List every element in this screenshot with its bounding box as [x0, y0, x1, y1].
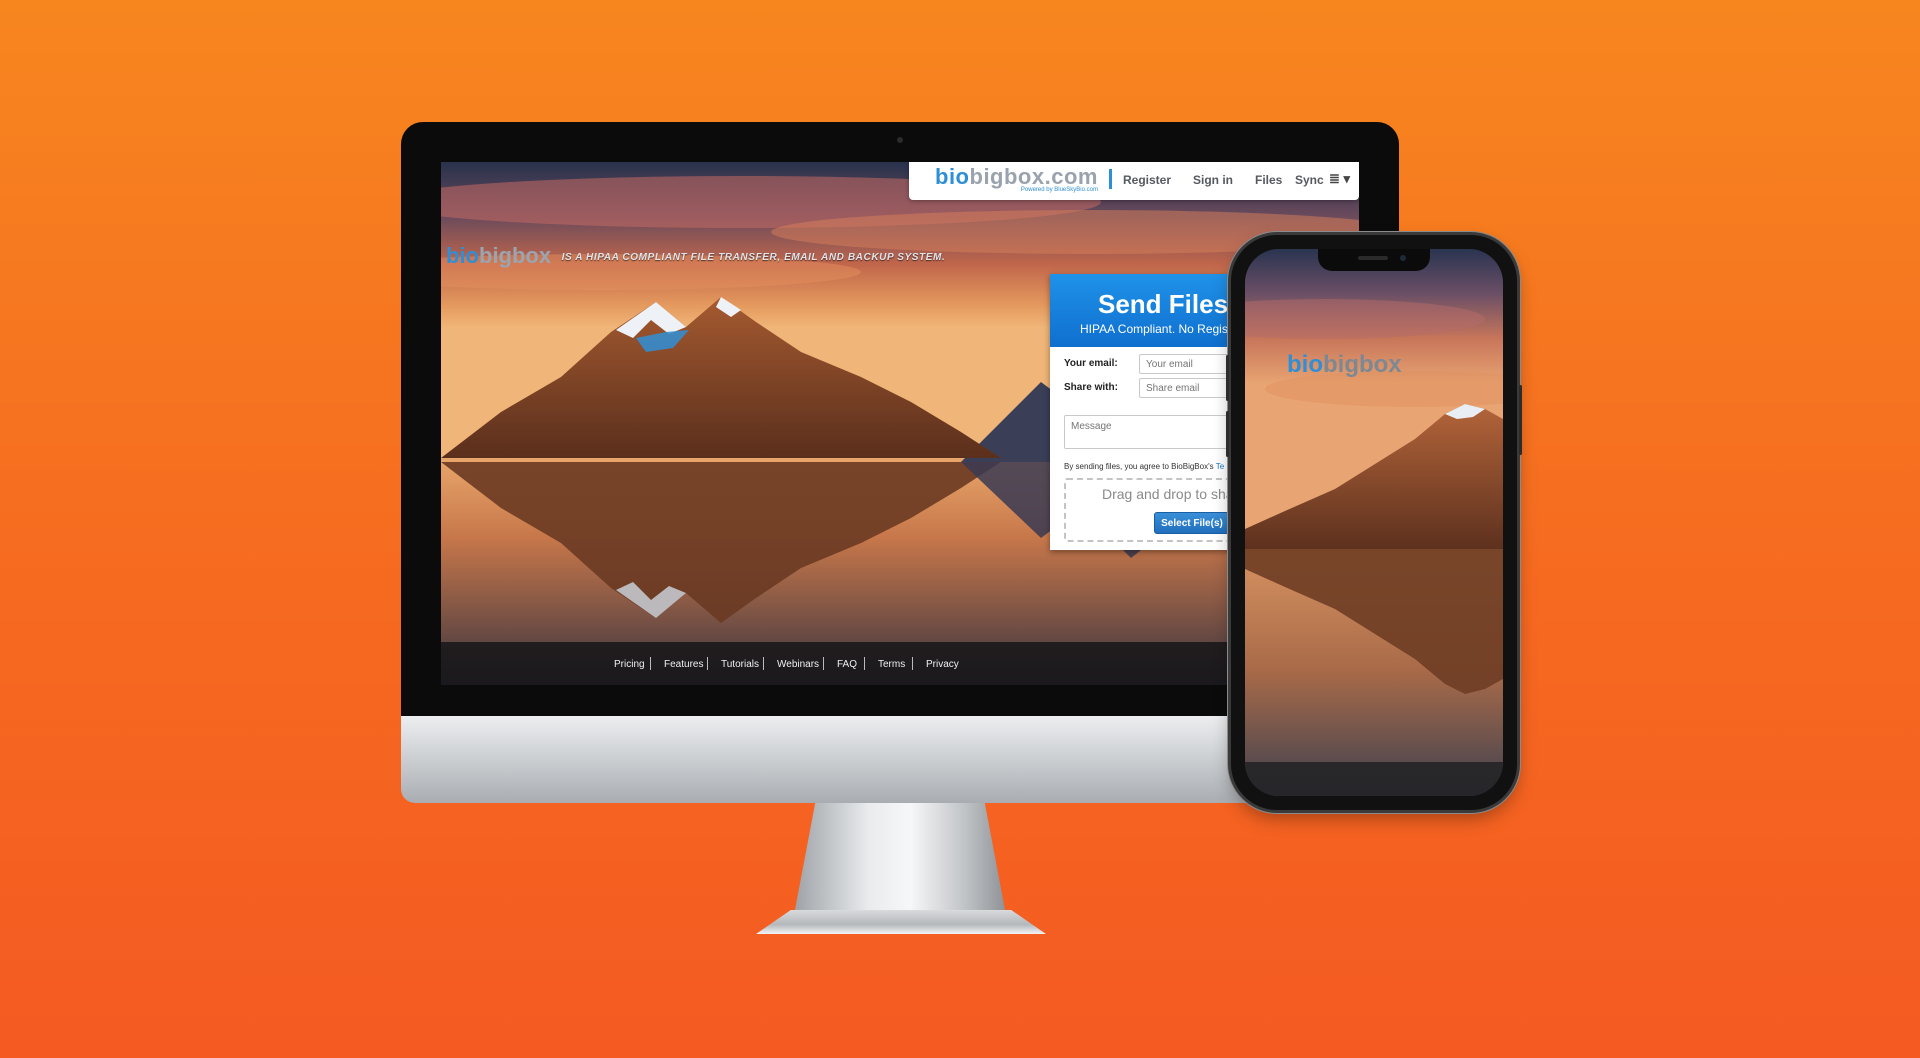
- speaker-icon: [1358, 256, 1388, 260]
- sync-link[interactable]: Sync: [1295, 173, 1324, 187]
- mountain-landscape-image: [1245, 249, 1503, 796]
- volume-button: [1226, 355, 1229, 401]
- hero-logo: biobigbox: [446, 243, 551, 268]
- site-footer: Pricing Features Tutorials Webinars FAQ …: [441, 642, 1359, 685]
- power-button: [1519, 385, 1522, 455]
- footer-link-features[interactable]: Features: [664, 659, 703, 670]
- footer-link-faq[interactable]: FAQ: [837, 659, 857, 670]
- imac-stand: [794, 803, 1006, 915]
- hero-logo-bio: bio: [446, 243, 479, 268]
- phone-biobigbox-logo[interactable]: biobigbox: [1287, 351, 1402, 379]
- footer-link-privacy[interactable]: Privacy: [926, 659, 959, 670]
- hero-logo-rest: bigbox: [479, 243, 552, 268]
- imac-stand-base: [756, 910, 1046, 934]
- terms-text: By sending files, you agree to BioBigBox…: [1064, 462, 1216, 471]
- footer-link-pricing[interactable]: Pricing: [614, 659, 645, 670]
- footer-link-tutorials[interactable]: Tutorials: [721, 659, 759, 670]
- footer-divider: [912, 657, 913, 670]
- sign-in-link[interactable]: Sign in: [1193, 173, 1233, 187]
- nav-divider: [1109, 169, 1112, 189]
- drop-zone-text: Drag and drop to sha: [1102, 486, 1234, 502]
- register-link[interactable]: Register: [1123, 173, 1171, 187]
- top-navigation: biobigbox.com Powered by BlueSkyBio.com …: [909, 162, 1359, 200]
- phone-notch: [1318, 249, 1430, 271]
- hero-tagline-text: IS A HIPAA COMPLIANT FILE TRANSFER, EMAI…: [561, 252, 946, 263]
- files-link[interactable]: Files: [1255, 173, 1282, 187]
- email-label: Your email:: [1064, 358, 1118, 369]
- desktop-screen: biobigbox.com Powered by BlueSkyBio.com …: [441, 162, 1359, 685]
- phone-screen: biobigbox: [1245, 249, 1503, 796]
- share-label: Share with:: [1064, 382, 1118, 393]
- volume-button: [1226, 411, 1229, 457]
- select-files-button[interactable]: Select File(s): [1154, 512, 1230, 534]
- biobigbox-logo[interactable]: biobigbox.com Powered by BlueSkyBio.com: [935, 164, 1098, 193]
- list-icon[interactable]: ≣ ▾: [1329, 171, 1350, 187]
- logo-bio-text: bio: [935, 164, 970, 189]
- footer-divider: [707, 657, 708, 670]
- footer-divider: [650, 657, 651, 670]
- logo-rest-text: bigbox.com: [969, 164, 1098, 189]
- phone-logo-rest: bigbox: [1323, 351, 1402, 378]
- footer-link-webinars[interactable]: Webinars: [777, 659, 819, 670]
- footer-link-terms[interactable]: Terms: [878, 659, 905, 670]
- phone-footer-bar: [1245, 762, 1503, 796]
- terms-link[interactable]: Te: [1216, 462, 1224, 471]
- camera-icon: [1400, 255, 1406, 261]
- footer-divider: [763, 657, 764, 670]
- footer-divider: [823, 657, 824, 670]
- hero-tagline: biobigbox IS A HIPAA COMPLIANT FILE TRAN…: [446, 243, 945, 269]
- camera-icon: [897, 137, 903, 143]
- iphone-mockup: biobigbox: [1226, 235, 1522, 810]
- phone-logo-bio: bio: [1287, 351, 1323, 378]
- footer-divider: [864, 657, 865, 670]
- terms-notice: By sending files, you agree to BioBigBox…: [1064, 462, 1224, 471]
